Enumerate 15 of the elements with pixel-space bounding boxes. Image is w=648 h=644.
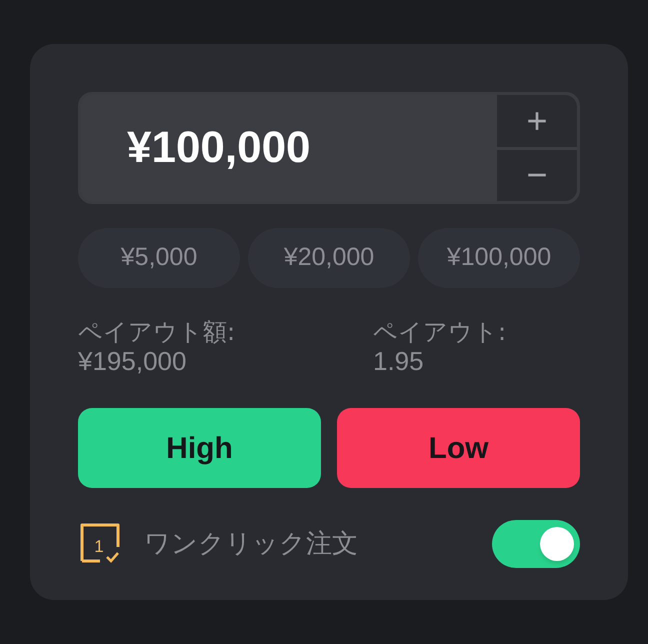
preset-amount-button[interactable]: ¥100,000 xyxy=(418,228,580,288)
high-button[interactable]: High xyxy=(78,408,321,488)
one-click-label: ワンクリック注文 xyxy=(144,528,358,560)
payout-label: ペイアウト: xyxy=(373,318,508,346)
one-click-toggle[interactable] xyxy=(492,520,580,568)
preset-amount-button[interactable]: ¥20,000 xyxy=(248,228,410,288)
low-button[interactable]: Low xyxy=(337,408,580,488)
amount-field[interactable]: ¥100,000 + − xyxy=(78,92,580,204)
payout-label: ペイアウト額: xyxy=(78,318,236,346)
payout-value: ¥195,000 xyxy=(78,346,188,376)
amount-value: ¥100,000 xyxy=(126,122,311,174)
payout-value: 1.95 xyxy=(373,346,425,376)
increment-button[interactable]: + xyxy=(497,95,577,146)
preset-amount-button[interactable]: ¥5,000 xyxy=(78,228,240,288)
decrement-button[interactable]: − xyxy=(497,150,577,201)
